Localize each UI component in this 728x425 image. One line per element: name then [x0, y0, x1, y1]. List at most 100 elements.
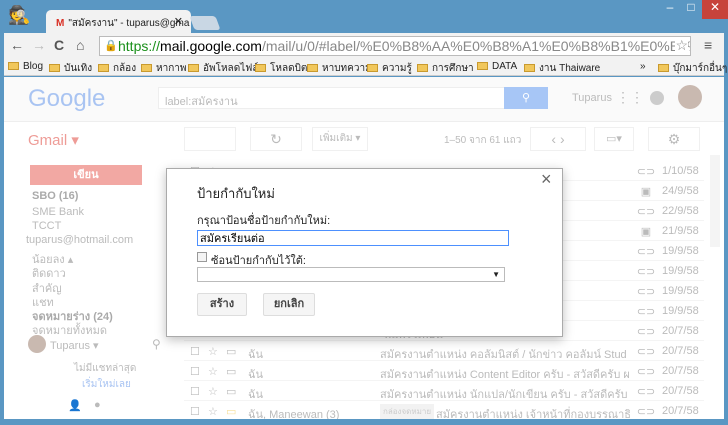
calendar-icon: ▣	[636, 225, 656, 238]
folder-icon	[477, 62, 488, 70]
folder-icon	[417, 64, 428, 72]
home-icon[interactable]: ⌂	[76, 37, 84, 53]
sidebar-item[interactable]: SME Bank	[32, 206, 84, 218]
importance-icon[interactable]: ▭	[226, 365, 236, 378]
page-nav-buttons[interactable]: ‹ ›	[530, 127, 586, 151]
scrollbar[interactable]	[710, 155, 720, 247]
date: 21/9/58	[662, 225, 699, 237]
star-icon[interactable]: ☆	[208, 405, 218, 418]
close-icon[interactable]: ×	[541, 169, 552, 190]
sidebar-item[interactable]: SBO (16)	[32, 190, 78, 202]
search-input[interactable]: label:สมัครงาน	[158, 87, 506, 109]
avatar[interactable]	[678, 85, 702, 109]
parent-label-select[interactable]: ▼	[197, 267, 505, 282]
folder-icon	[307, 64, 318, 72]
folder-icon	[367, 64, 378, 72]
gmail-icon: M	[56, 18, 65, 29]
forward-icon[interactable]: →	[32, 37, 46, 53]
user-name[interactable]: Tuparus	[572, 92, 612, 104]
address-bar[interactable]: 🔒 https://mail.google.com/mail/u/0/#label…	[99, 36, 691, 56]
bookmark-label: Blog	[23, 61, 44, 72]
chat-user[interactable]: Tuparus ▾	[50, 339, 99, 352]
importance-icon[interactable]: ▭	[226, 385, 236, 398]
reload-icon[interactable]: C	[54, 37, 64, 53]
minimize-button[interactable]: ‒	[660, 0, 680, 19]
refresh-button[interactable]: ↻	[250, 127, 302, 151]
email-row[interactable]: ☐ ☆ ▭ ฉัน, Maneewan (3) กล่องจดหมาย สมัครงานต…	[184, 401, 704, 419]
close-tab-icon[interactable]: ✕	[174, 15, 183, 28]
bookmark-item[interactable]: การศึกษา	[417, 61, 474, 76]
bookmark-item[interactable]: โหลดบิต	[255, 61, 307, 76]
date: 24/9/58	[662, 185, 699, 197]
row-checkbox[interactable]: ☐	[190, 365, 200, 378]
email-row[interactable]: ☐ ☆ ▭ ฉัน สมัครงานตำแหน่ง คอลัมนิสต์ / นักข่…	[184, 341, 704, 361]
cancel-button[interactable]: ยกเลิก	[263, 293, 315, 316]
star-icon[interactable]: ☆	[208, 345, 218, 358]
sidebar-item[interactable]: จดหมายทั้งหมด	[32, 321, 107, 339]
row-checkbox[interactable]: ☐	[190, 385, 200, 398]
bookmark-label: บันเทิง	[64, 63, 93, 74]
menu-icon[interactable]: ≡	[704, 37, 712, 53]
importance-icon[interactable]: ▭	[226, 345, 236, 358]
apps-icon[interactable]: ⋮⋮	[616, 89, 644, 106]
create-button[interactable]: สร้าง	[197, 293, 247, 316]
paperclip-icon: ⊂⊃	[636, 325, 656, 338]
row-checkbox[interactable]: ☐	[190, 405, 200, 418]
nest-label-checkbox[interactable]	[197, 252, 207, 262]
bookmark-item[interactable]: งาน Thaiware	[524, 61, 600, 76]
bookmark-item[interactable]: หากาพ	[141, 61, 186, 76]
bookmarks-more[interactable]: »	[640, 61, 646, 72]
other-bookmarks[interactable]: บุ๊กมาร์กอื่นๆ	[658, 61, 727, 76]
notifications-icon[interactable]	[650, 91, 664, 105]
email-row[interactable]: ☐ ☆ ▭ ฉัน สมัครงานตำแหน่ง นักแปล/นักเขียน คร…	[184, 381, 704, 401]
more-button[interactable]: เพิ่มเติม ▾	[312, 127, 368, 151]
date: 22/9/58	[662, 205, 699, 217]
gmail-menu[interactable]: Gmail ▾	[28, 131, 79, 149]
folder-icon	[49, 64, 60, 72]
incognito-icon: 🕵	[8, 5, 31, 25]
date: 1/10/58	[662, 165, 699, 177]
bookmark-item[interactable]: บันเทิง	[49, 61, 92, 76]
paperclip-icon: ⊂⊃	[636, 385, 656, 398]
sidebar-item[interactable]: TCCT	[32, 220, 61, 232]
date: 19/9/58	[662, 285, 699, 297]
bookmark-label: การศึกษา	[432, 63, 474, 74]
chat-search-icon[interactable]: ⚲	[152, 337, 161, 351]
bookmark-item[interactable]: อัพโหลดไฟล์	[188, 61, 258, 76]
bookmark-item[interactable]: กล้อง	[98, 61, 136, 76]
search-button[interactable]: ⚲	[504, 87, 548, 109]
row-checkbox[interactable]: ☐	[190, 345, 200, 358]
bookmark-item[interactable]: ความรู้	[367, 61, 412, 76]
no-chats-text: ไม่มีแชทล่าสุด	[74, 363, 137, 374]
label-name-prompt: กรุณาป้อนชื่อป้ายกำกับใหม่:	[197, 215, 331, 227]
select-checkbox-dropdown[interactable]	[184, 127, 236, 151]
email-row[interactable]: ☐ ☆ ▭ ฉัน สมัครงานตำแหน่ง Content Editor ครั…	[184, 361, 704, 381]
star-icon[interactable]: ☆	[675, 37, 688, 54]
close-window-button[interactable]: ✕	[702, 0, 728, 19]
start-chat-link[interactable]: เริ่มใหม่เลย	[82, 377, 131, 392]
settings-icon[interactable]: ⚙	[648, 127, 700, 151]
input-tools-button[interactable]: ▭▾	[594, 127, 634, 151]
paperclip-icon: ⊂⊃	[636, 205, 656, 218]
bookmarks-bar: Blog บันเทิง กล้อง หากาพ อัพโหลดไฟล์ โหลดบิต ห…	[4, 58, 727, 76]
bookmark-item[interactable]: หาบทความ	[307, 61, 372, 76]
folder-icon	[98, 64, 109, 72]
label-name-input[interactable]	[197, 230, 509, 246]
bookmark-label: อัพโหลดไฟล์	[203, 63, 259, 74]
star-icon[interactable]: ☆	[208, 385, 218, 398]
calendar-icon: ▣	[636, 185, 656, 198]
maximize-button[interactable]: □	[682, 0, 700, 19]
sidebar-item[interactable]: tuparus@hotmail.com	[26, 234, 133, 246]
bookmark-item[interactable]: DATA	[477, 61, 517, 72]
paperclip-icon: ⊂⊃	[636, 365, 656, 378]
compose-button[interactable]: เขียน	[30, 165, 142, 185]
new-tab-button[interactable]	[189, 16, 221, 30]
star-icon[interactable]: ☆	[208, 365, 218, 378]
bookmark-item[interactable]: Blog	[8, 61, 43, 72]
lock-icon: 🔒	[104, 40, 118, 52]
browser-tab[interactable]: M "สมัครงาน" - tuparus@gma ✕	[46, 10, 191, 34]
importance-icon[interactable]: ▭	[226, 405, 236, 418]
back-icon[interactable]: ←	[10, 37, 24, 53]
hangouts-icon[interactable]: ●	[94, 399, 101, 411]
contacts-icon[interactable]: 👤	[68, 399, 82, 412]
